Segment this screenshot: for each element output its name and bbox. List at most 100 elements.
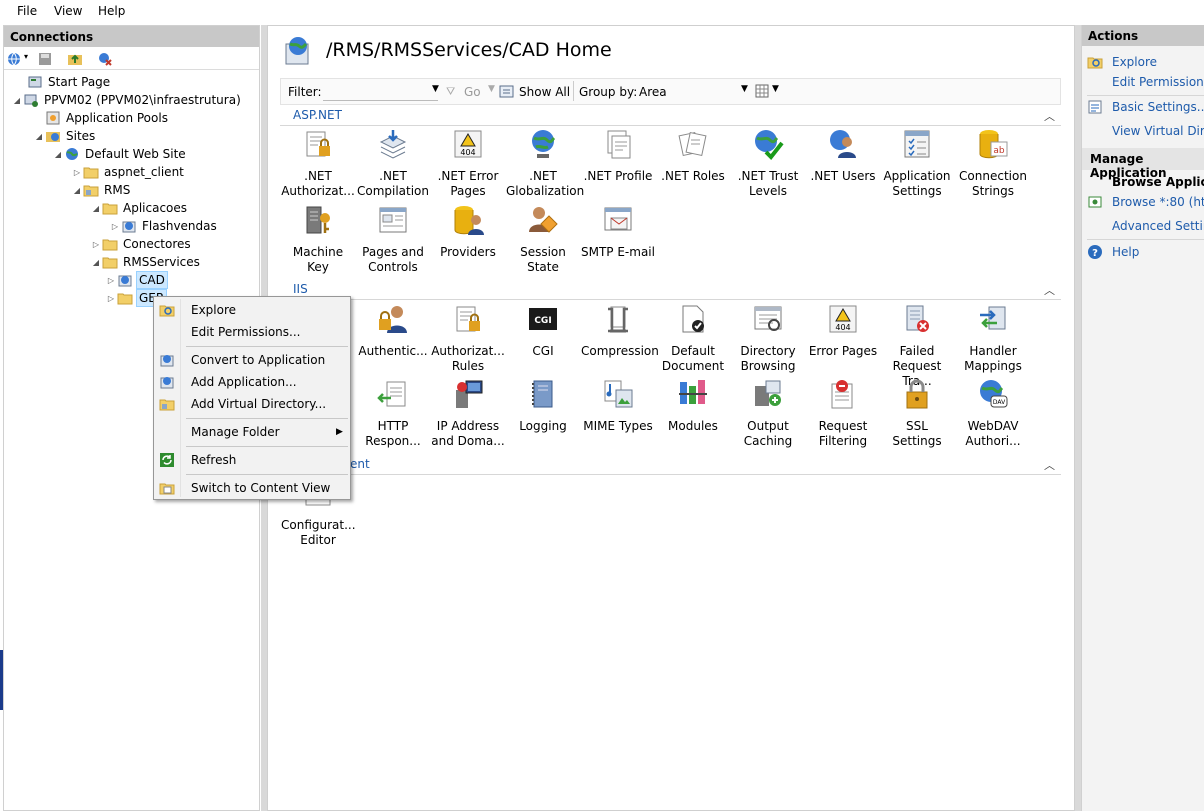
tree-item-sites[interactable]: ◢ Sites — [34, 127, 97, 145]
tree-item-flashvendas[interactable]: ▷ Flashvendas — [110, 217, 219, 235]
connect-dropdown-arrow-icon[interactable]: ▾ — [24, 52, 28, 61]
expand-icon[interactable]: ▷ — [110, 222, 120, 231]
context-add-application[interactable]: Add Application... — [156, 371, 348, 393]
up-folder-icon[interactable] — [67, 51, 83, 67]
show-all-button[interactable]: Show All — [519, 85, 570, 99]
action-advanced-settings[interactable]: Advanced Settings... — [1112, 219, 1204, 233]
feature-logging[interactable]: Logging — [506, 378, 580, 434]
feature-error-pages[interactable]: 404 Error Pages — [806, 303, 880, 359]
request-filtering-icon — [831, 380, 853, 409]
expand-icon[interactable]: ▷ — [91, 240, 101, 249]
feature-mime-types[interactable]: MIME Types — [581, 378, 655, 434]
connect-globe-icon[interactable] — [6, 51, 22, 67]
tree-item-aplicacoes[interactable]: ◢ Aplicacoes — [91, 199, 189, 217]
context-edit-permissions[interactable]: Edit Permissions... — [156, 321, 348, 343]
collapse-icon[interactable]: ◢ — [34, 132, 44, 141]
context-refresh[interactable]: Refresh — [156, 449, 348, 471]
collapse-section-icon[interactable]: ︿ — [1044, 457, 1055, 473]
feature-providers[interactable]: Providers — [431, 204, 505, 260]
feature-net-trust-levels[interactable]: .NET Trust Levels — [731, 128, 805, 199]
context-separator — [186, 474, 348, 475]
section-management-header[interactable]: ent ︿ — [280, 457, 1061, 475]
view-mode-dropdown-icon[interactable]: ▼ — [772, 84, 779, 94]
collapse-icon[interactable]: ◢ — [53, 150, 63, 159]
action-view-virtual-directories[interactable]: View Virtual Directories — [1112, 124, 1204, 138]
svg-text:CGI: CGI — [534, 316, 551, 326]
group-by-select[interactable]: Area — [639, 85, 667, 99]
save-icon[interactable] — [37, 51, 53, 67]
feature-compression[interactable]: Compression — [581, 303, 659, 359]
feature-connection-strings[interactable]: ab Connection Strings — [956, 128, 1030, 199]
tree-item-cad[interactable]: ▷ CAD — [106, 271, 168, 289]
tree-item-start-page[interactable]: Start Page — [16, 73, 112, 91]
feature-request-filtering[interactable]: Request Filtering — [806, 378, 880, 449]
authorization-rules-icon — [456, 306, 480, 332]
group-by-dropdown-icon[interactable]: ▼ — [741, 84, 748, 94]
tree-item-rmsservices[interactable]: ◢ RMSServices — [91, 253, 202, 271]
menu-help[interactable]: Help — [98, 4, 125, 18]
tree-item-rms[interactable]: ◢ RMS — [72, 181, 132, 199]
collapse-icon[interactable]: ◢ — [72, 186, 82, 195]
expand-icon[interactable]: ▷ — [106, 294, 116, 303]
feature-pages-and-controls[interactable]: Pages and Controls — [356, 204, 430, 275]
disconnect-icon[interactable] — [97, 51, 113, 67]
feature-ip-address-domain[interactable]: IP Address and Doma... — [431, 378, 505, 449]
feature-webdav-authoring[interactable]: DAV WebDAV Authori... — [956, 378, 1030, 449]
feature-output-caching[interactable]: Output Caching — [731, 378, 805, 449]
tree-item-default-web-site[interactable]: ◢ Default Web Site — [53, 145, 188, 163]
feature-authorization-rules[interactable]: Authorizat... Rules — [431, 303, 505, 374]
feature-machine-key[interactable]: Machine Key — [281, 204, 355, 275]
collapse-section-icon[interactable]: ︿ — [1044, 108, 1055, 124]
feature-net-profile[interactable]: .NET Profile — [581, 128, 655, 184]
menu-view[interactable]: View — [54, 4, 82, 18]
feature-modules[interactable]: Modules — [656, 378, 730, 434]
feature-application-settings[interactable]: Application Settings — [880, 128, 954, 199]
feature-net-error-pages[interactable]: 404 .NET Error Pages — [431, 128, 505, 199]
feature-cgi[interactable]: CGI CGI — [506, 303, 580, 359]
go-dropdown-icon[interactable]: ▼ — [488, 84, 495, 94]
feature-ssl-settings[interactable]: SSL Settings — [880, 378, 954, 449]
feature-directory-browsing[interactable]: Directory Browsing — [731, 303, 805, 374]
view-mode-icon[interactable] — [755, 84, 769, 98]
context-manage-folder[interactable]: Manage Folder ▶ — [156, 421, 348, 443]
collapse-section-icon[interactable]: ︿ — [1044, 282, 1055, 298]
go-button[interactable]: Go — [464, 85, 481, 99]
tree-item-conectores[interactable]: ▷ Conectores — [91, 235, 193, 253]
feature-authentication[interactable]: Authentic... — [356, 303, 430, 359]
feature-net-compilation[interactable]: .NET Compilation — [356, 128, 430, 199]
tree-item-application-pools[interactable]: Application Pools — [34, 109, 170, 127]
filter-dropdown-icon[interactable]: ▼ — [432, 84, 439, 94]
feature-net-users[interactable]: .NET Users — [806, 128, 880, 184]
show-all-icon[interactable] — [499, 84, 515, 100]
context-explore[interactable]: Explore — [156, 299, 348, 321]
feature-net-authorization[interactable]: .NET Authorizat... — [281, 128, 355, 199]
action-basic-settings[interactable]: Basic Settings... — [1087, 99, 1204, 115]
feature-http-response-headers[interactable]: HTTP Respon... — [356, 378, 430, 449]
tree-item-server[interactable]: ◢ PPVM02 (PPVM02\infraestrutura) — [12, 91, 243, 109]
context-convert-to-application[interactable]: Convert to Application — [156, 349, 348, 371]
feature-failed-request-tracing[interactable]: Failed Request Tra... — [880, 303, 954, 389]
action-help[interactable]: ? Help — [1087, 244, 1139, 260]
feature-session-state[interactable]: Session State — [506, 204, 580, 275]
context-add-virtual-directory[interactable]: Add Virtual Directory... — [156, 393, 348, 415]
feature-smtp-email[interactable]: SMTP E-mail — [581, 204, 655, 260]
context-switch-to-content-view[interactable]: Switch to Content View — [156, 477, 348, 499]
feature-handler-mappings[interactable]: Handler Mappings — [956, 303, 1030, 374]
feature-default-document[interactable]: Default Document — [656, 303, 730, 374]
tree-item-aspnet-client[interactable]: ▷ aspnet_client — [72, 163, 186, 181]
section-iis-header[interactable]: IIS ︿ — [280, 282, 1061, 300]
menu-file[interactable]: File — [17, 4, 37, 18]
feature-net-roles[interactable]: .NET Roles — [656, 128, 730, 184]
section-aspnet-header[interactable]: ASP.NET ︿ — [280, 108, 1061, 126]
go-funnel-icon[interactable]: ⛛ — [446, 85, 455, 99]
action-browse-80[interactable]: Browse *:80 (http) — [1087, 194, 1204, 210]
collapse-icon[interactable]: ◢ — [91, 204, 101, 213]
collapse-icon[interactable]: ◢ — [91, 258, 101, 267]
feature-net-globalization[interactable]: .NET Globalization — [506, 128, 584, 199]
filter-input[interactable] — [323, 82, 438, 101]
collapse-icon[interactable]: ◢ — [12, 96, 22, 105]
expand-icon[interactable]: ▷ — [72, 168, 82, 177]
action-explore[interactable]: Explore — [1087, 54, 1157, 70]
expand-icon[interactable]: ▷ — [106, 276, 116, 285]
action-edit-permissions[interactable]: Edit Permissions... — [1112, 75, 1204, 89]
